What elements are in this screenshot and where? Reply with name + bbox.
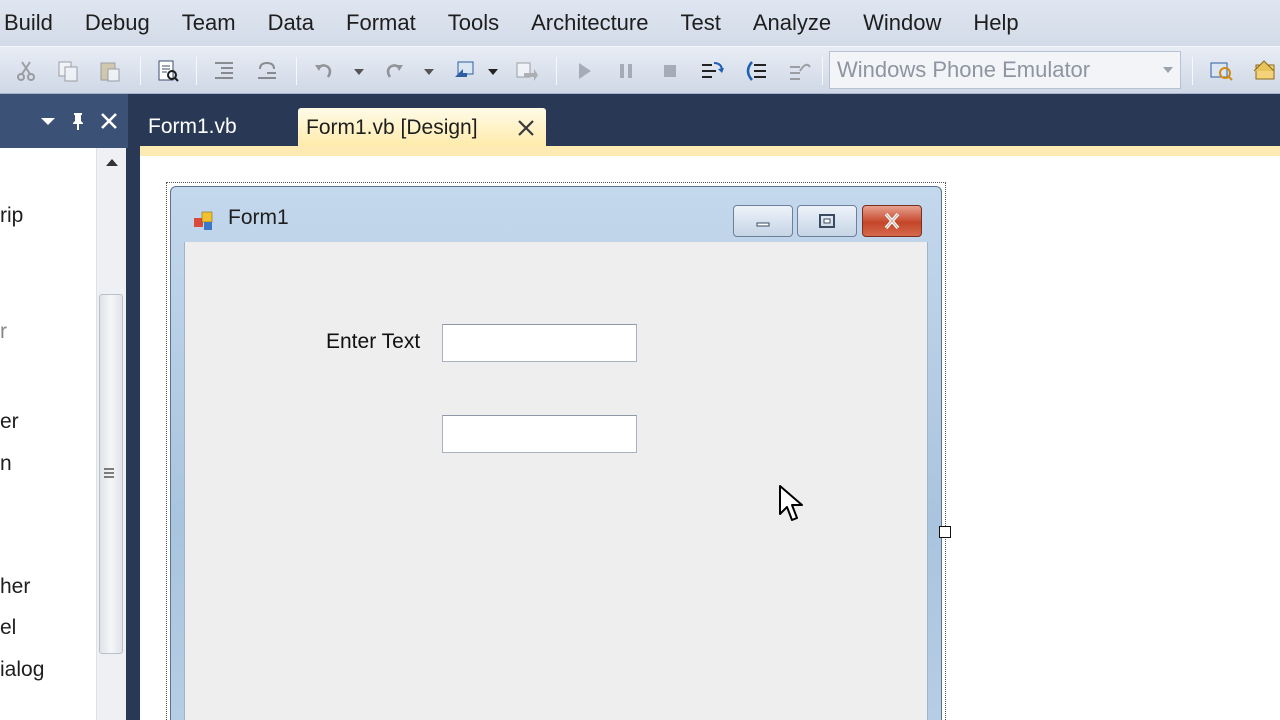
toolbox-scrollbar[interactable] [96, 148, 126, 720]
active-tab-underline [140, 146, 1280, 156]
toolbox-item[interactable]: rip [0, 204, 23, 228]
chevron-down-icon [1163, 67, 1173, 73]
toolbar-separator [1192, 57, 1193, 85]
navigate-icon[interactable] [450, 57, 478, 85]
device-target-label: Windows Phone Emulator [837, 57, 1091, 82]
redo-icon[interactable] [380, 57, 408, 85]
properties-icon[interactable] [1250, 57, 1278, 85]
toolbox-item[interactable]: her [0, 575, 30, 599]
minimize-button[interactable] [733, 205, 793, 237]
menu-data[interactable]: Data [252, 0, 330, 46]
pin-icon[interactable] [68, 111, 88, 131]
outdent-icon[interactable] [253, 57, 281, 85]
mouse-cursor-icon [779, 485, 803, 521]
textbox-2[interactable] [442, 415, 637, 453]
redo-dropdown-icon[interactable] [424, 67, 434, 77]
menu-tools[interactable]: Tools [432, 0, 515, 46]
start-icon[interactable] [570, 57, 598, 85]
toolbar-separator [556, 57, 557, 85]
pause-icon[interactable] [612, 57, 640, 85]
menu-test[interactable]: Test [664, 0, 736, 46]
toolbox-item[interactable]: r [0, 320, 7, 344]
toolbox-header [0, 94, 128, 148]
toolbox-item[interactable]: n [0, 452, 12, 476]
step-over-icon[interactable] [742, 57, 770, 85]
menu-debug[interactable]: Debug [69, 0, 166, 46]
menu-team[interactable]: Team [166, 0, 252, 46]
stop-icon[interactable] [656, 57, 684, 85]
undo-icon[interactable] [310, 57, 338, 85]
menu-bar: Build Debug Team Data Format Tools Archi… [0, 0, 1280, 46]
toolbar-separator [196, 57, 197, 85]
toolbar-separator [140, 57, 141, 85]
toolbar-separator [822, 57, 823, 85]
minimize-icon [756, 222, 770, 227]
enter-text-label[interactable]: Enter Text [326, 330, 420, 354]
scroll-up-icon[interactable] [104, 156, 120, 168]
form-app-icon [194, 211, 213, 230]
find-icon[interactable] [154, 57, 182, 85]
maximize-button[interactable] [797, 205, 857, 237]
tab-form1-design[interactable]: Form1.vb [Design] [298, 108, 546, 148]
document-tab-strip: Form1.vb Form1.vb [Design] [128, 94, 1280, 148]
textbox-1[interactable] [442, 324, 637, 362]
tab-label: Form1.vb [Design] [306, 116, 478, 139]
form-close-button[interactable] [862, 205, 922, 237]
undo-dropdown-icon[interactable] [354, 67, 364, 77]
menu-window[interactable]: Window [847, 0, 957, 46]
menu-analyze[interactable]: Analyze [737, 0, 847, 46]
solution-explorer-icon[interactable] [1207, 57, 1235, 85]
copy-icon[interactable] [54, 57, 82, 85]
window-position-dropdown-icon[interactable] [38, 111, 58, 131]
navigate-dropdown-icon[interactable] [488, 67, 498, 77]
close-icon [884, 212, 900, 230]
cut-icon[interactable] [12, 57, 40, 85]
step-out-icon[interactable] [786, 57, 814, 85]
form-client-area[interactable] [184, 242, 928, 720]
device-target-select[interactable]: Windows Phone Emulator [829, 51, 1181, 89]
close-tab-icon[interactable] [516, 118, 536, 138]
menu-build[interactable]: Build [0, 0, 69, 46]
form-title: Form1 [228, 206, 289, 229]
step-into-icon[interactable] [698, 57, 726, 85]
menu-format[interactable]: Format [330, 0, 432, 46]
close-icon[interactable] [99, 111, 119, 131]
tab-form1-code[interactable]: Form1.vb [148, 110, 237, 144]
indent-icon[interactable] [210, 57, 238, 85]
maximize-icon [819, 214, 835, 228]
menu-architecture[interactable]: Architecture [515, 0, 664, 46]
paste-icon[interactable] [96, 57, 124, 85]
toolbar-separator [296, 57, 297, 85]
menu-help[interactable]: Help [957, 0, 1034, 46]
toolbox-item[interactable]: el [0, 616, 16, 640]
resize-handle[interactable] [939, 526, 951, 538]
grip-icon [104, 468, 114, 478]
toolbox-item[interactable]: er [0, 410, 19, 434]
toolbox-item[interactable]: ialog [0, 658, 44, 682]
publish-icon[interactable] [512, 57, 540, 85]
